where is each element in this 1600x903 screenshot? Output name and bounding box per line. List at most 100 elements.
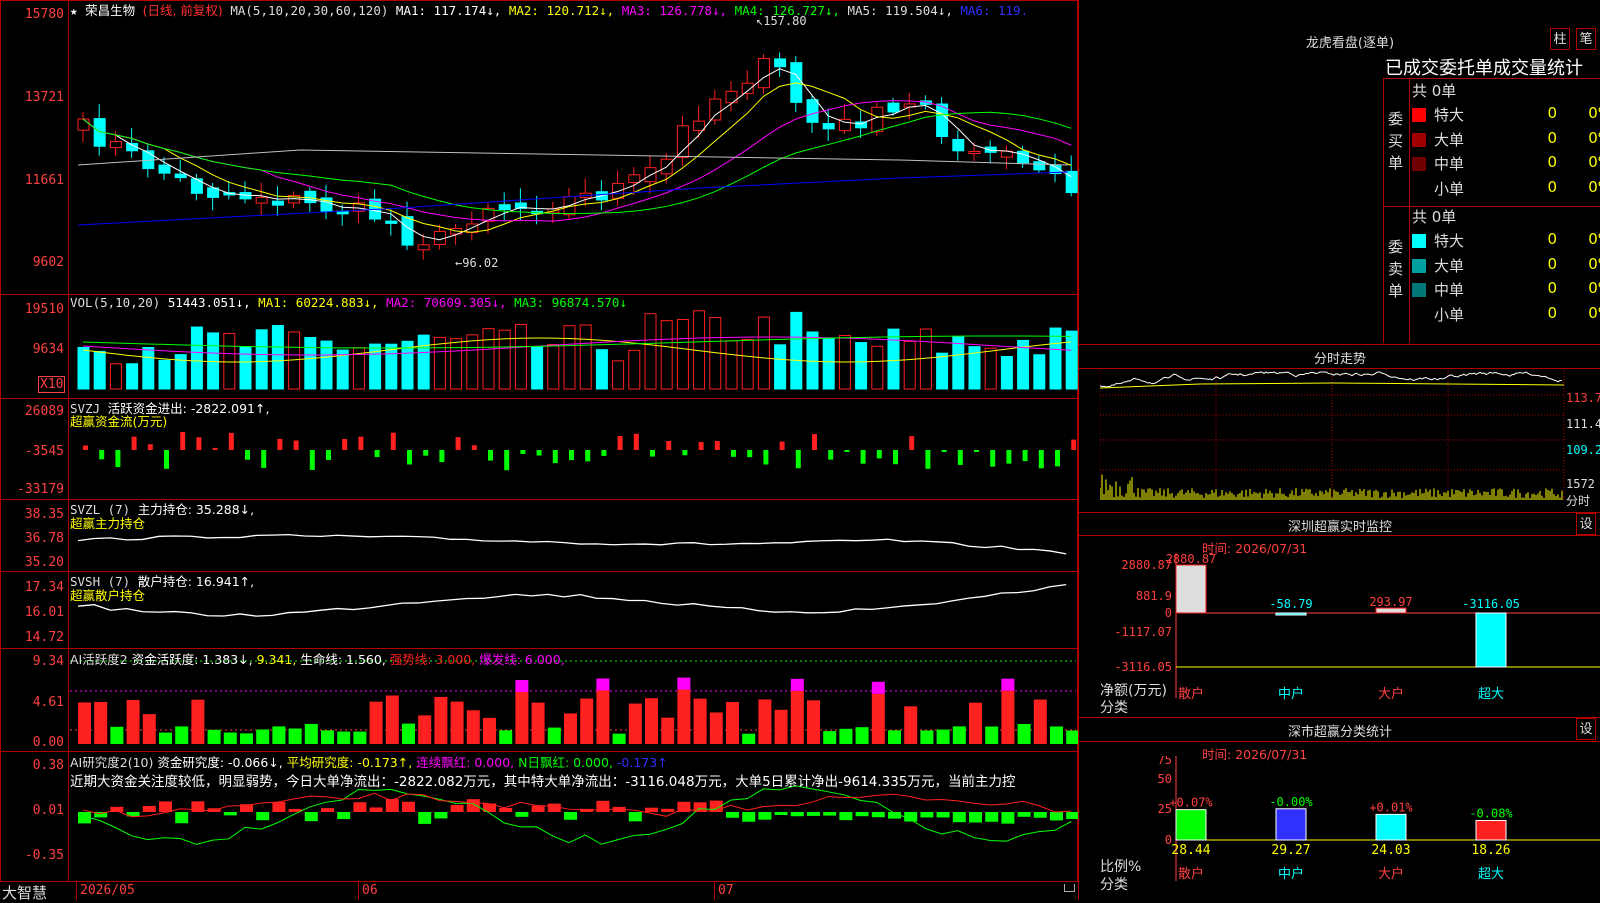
sz-class-top-border <box>1078 717 1600 718</box>
buy-side-label: 委买单 <box>1388 110 1404 172</box>
flow-bar <box>828 450 834 460</box>
volume-bar <box>903 340 916 390</box>
ma5-value: MA5: 119.504↓, <box>847 3 953 18</box>
sz-class-settings-button[interactable]: 设 <box>1576 718 1596 740</box>
sz-monitor-title-line <box>1078 535 1600 536</box>
ai-research-extra: -0.173↑ <box>616 755 668 770</box>
main-position-line <box>77 533 1067 555</box>
activity-bar <box>353 731 367 744</box>
activity-bar <box>774 709 788 744</box>
flow-bar <box>1055 450 1060 467</box>
volume-bar <box>725 340 738 390</box>
flow-bar <box>115 450 121 468</box>
svsh-y-label: 16.01 <box>24 605 64 620</box>
favorite-star-icon[interactable]: ★ <box>70 3 78 18</box>
candle <box>417 244 430 251</box>
sz-monitor-cat-label: 分类 <box>1100 700 1128 716</box>
research-bar <box>985 812 999 822</box>
color-swatch <box>1412 181 1426 196</box>
buy-order-row: 特大 0 0% <box>1412 104 1600 126</box>
order-size-name: 大单 <box>1434 256 1465 275</box>
chart-canvas[interactable] <box>0 0 1078 882</box>
volume-bar <box>1049 327 1062 390</box>
volume-bar <box>822 338 835 390</box>
high-price-value: 157.80 <box>763 14 807 28</box>
lifeline-value: 生命线: 1.560, <box>300 652 386 667</box>
sz-class-category: 大户 <box>1378 866 1404 882</box>
volume-bar <box>612 360 625 390</box>
activity-bar <box>466 710 480 744</box>
svzj-subtitle: 超赢资金流(万元) <box>70 414 168 429</box>
activity-bar <box>337 731 351 744</box>
sz-monitor-value-label: -58.79 <box>1269 597 1312 611</box>
intraday-vol-label: 1572 <box>1566 477 1595 491</box>
volume-bar <box>158 359 171 390</box>
volume-bar <box>757 316 770 390</box>
activity-bar <box>94 701 108 744</box>
research-bar <box>726 812 739 818</box>
flow-bar <box>277 438 283 450</box>
activity-bar <box>240 733 253 744</box>
activity-bar <box>256 729 270 744</box>
intraday-title-line <box>1078 368 1600 369</box>
flow-bar <box>423 450 429 456</box>
lock-icon[interactable] <box>1064 884 1075 892</box>
activity-bar <box>1001 690 1015 744</box>
count-view-button[interactable]: 笔 <box>1576 28 1596 50</box>
research-bar <box>531 805 545 812</box>
volume-bar <box>563 325 576 390</box>
volume-bar <box>450 338 463 390</box>
intraday-chart[interactable] <box>1100 370 1565 510</box>
research-bar <box>369 807 383 812</box>
flow-bar <box>326 450 331 460</box>
flow-bar <box>471 445 477 450</box>
low-price-value: 96.02 <box>462 256 499 270</box>
order-count: 0 <box>1547 303 1557 322</box>
research-bar <box>920 812 934 818</box>
order-percent: 0% <box>1588 303 1600 322</box>
activity-bar <box>904 706 918 744</box>
activity-bar <box>126 699 140 744</box>
activity-bar <box>434 696 448 744</box>
bar-view-button[interactable]: 柱 <box>1550 28 1570 50</box>
period-label[interactable]: (日线, 前复权) <box>143 3 223 18</box>
sell-side-label: 委卖单 <box>1388 238 1404 300</box>
research-bar <box>1066 812 1078 820</box>
sz-monitor-y-label: 0 <box>1165 606 1172 620</box>
flow-bar <box>601 450 607 456</box>
dragon-heading: 已成交委托单成交量统计 <box>1385 58 1583 79</box>
candle <box>822 123 835 130</box>
research-bar <box>337 812 351 820</box>
activity-bar <box>191 699 205 744</box>
flow-bar <box>1038 450 1044 469</box>
vol-ma1: MA1: 60224.883↓, <box>258 295 379 310</box>
activity-bar <box>450 701 464 744</box>
research-bar <box>758 812 772 820</box>
order-size-name: 小单 <box>1434 179 1465 198</box>
activity-bar <box>709 712 723 744</box>
sz-class-value-label: 29.27 <box>1271 843 1310 858</box>
candle <box>385 220 398 224</box>
activity-bar <box>920 730 934 744</box>
flow-bar <box>585 450 591 462</box>
volume-bar <box>660 320 673 390</box>
intraday-y-label: 113.7 <box>1566 391 1600 405</box>
order-count: 0 <box>1547 153 1557 171</box>
svsh-subtitle: 超赢散户持仓 <box>70 588 146 603</box>
buy-order-row: 中单 0 0% <box>1412 153 1600 175</box>
sz-monitor-settings-button[interactable]: 设 <box>1576 513 1596 535</box>
volume-bar <box>741 338 754 390</box>
flow-bar <box>196 437 202 450</box>
flow-bar <box>390 432 396 450</box>
sz-class-chart[interactable]: 7550250+0.07%28.44散户-0.00%29.27中户+0.01%2… <box>1078 756 1600 900</box>
order-size-name: 小单 <box>1434 305 1465 324</box>
svzl-y-label: 36.78 <box>24 531 64 546</box>
dragon-table-col <box>1409 78 1410 342</box>
order-percent: 0% <box>1588 279 1600 297</box>
sz-monitor-bar <box>1275 612 1307 616</box>
flow-bar <box>180 432 186 450</box>
flow-bar <box>844 450 850 452</box>
sz-monitor-bar <box>1475 612 1507 668</box>
candle <box>984 146 997 153</box>
flow-bar <box>261 450 267 468</box>
